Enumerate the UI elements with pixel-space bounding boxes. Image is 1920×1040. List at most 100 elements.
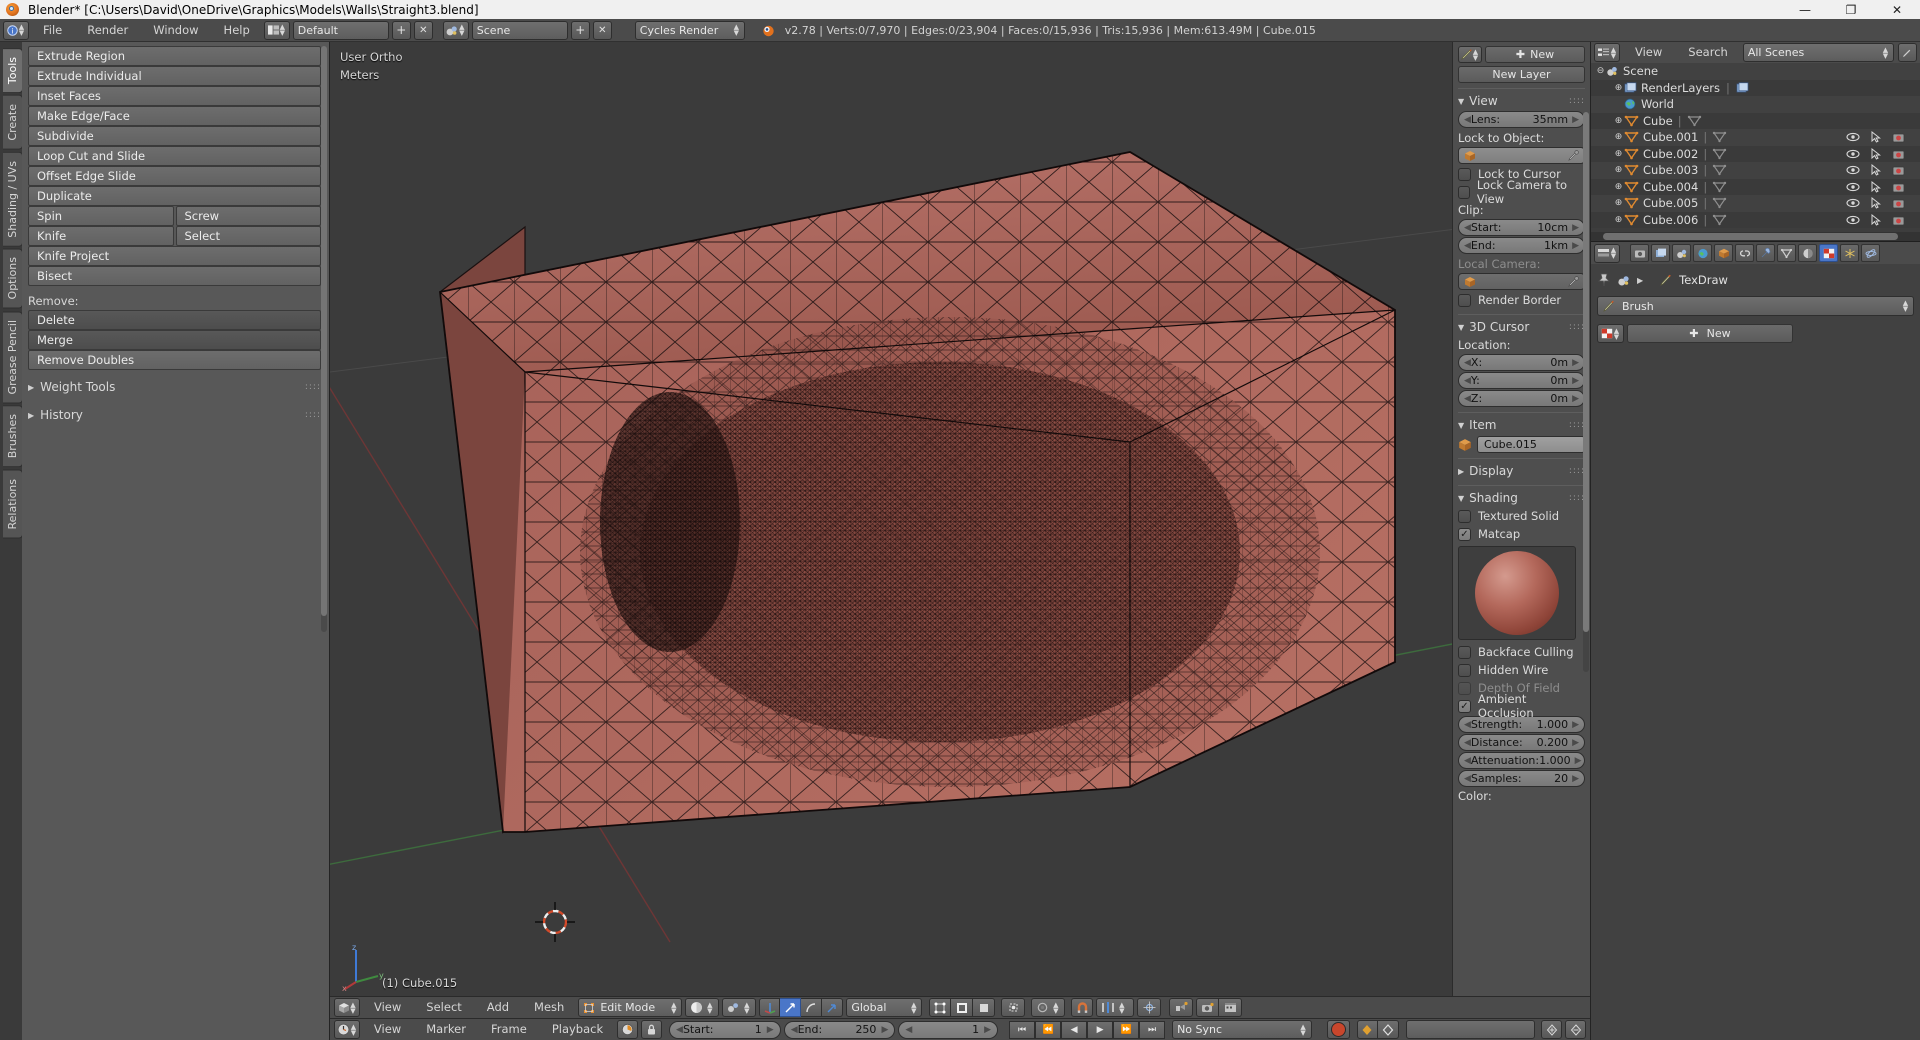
- expander-icon[interactable]: ⊕: [1613, 182, 1624, 192]
- tool-select[interactable]: Select: [175, 226, 321, 246]
- info-editor-type-icon[interactable]: i ▲ ▼: [3, 20, 29, 40]
- minimize-button[interactable]: —: [1782, 0, 1828, 19]
- scene-selector[interactable]: Scene: [471, 20, 568, 40]
- eye-icon[interactable]: [1846, 215, 1860, 225]
- mesh-data-icon[interactable]: [1687, 115, 1702, 127]
- cursor-arrow-icon[interactable]: [1871, 197, 1881, 209]
- panel-3d-cursor-header[interactable]: ▼ 3D Cursor ::::: [1458, 318, 1585, 336]
- add-screen-layout-button[interactable]: +: [391, 20, 411, 40]
- lens-field[interactable]: ◀ Lens: 35mm ▶: [1458, 111, 1585, 128]
- tab-grease-pencil[interactable]: Grease Pencil: [3, 310, 23, 404]
- camera-icon[interactable]: [1892, 197, 1906, 209]
- backface-culling-checkbox[interactable]: [1458, 645, 1471, 659]
- translate-manipulator-icon[interactable]: [780, 998, 802, 1017]
- timeline-menu-playback[interactable]: Playback: [541, 1018, 614, 1040]
- menu-file[interactable]: File: [32, 19, 73, 42]
- new-texture-button[interactable]: ✚ New: [1627, 324, 1793, 343]
- scene-icon[interactable]: [1617, 274, 1631, 287]
- new-grease-pencil-button[interactable]: ✚ New: [1485, 46, 1585, 63]
- keying-set-alt-icon[interactable]: [1377, 1020, 1399, 1039]
- edge-select-icon[interactable]: [951, 998, 974, 1017]
- chevron-left-icon[interactable]: ◀: [1464, 376, 1471, 386]
- properties-tab-particles[interactable]: [1840, 244, 1859, 262]
- eye-icon[interactable]: [1846, 149, 1860, 159]
- tool-merge[interactable]: Merge: [28, 330, 321, 350]
- pivot-point-selector[interactable]: ▲ ▼: [722, 998, 757, 1017]
- tool-screw[interactable]: Screw: [175, 206, 321, 226]
- view-properties-scrollbar[interactable]: [1583, 112, 1589, 672]
- eye-icon[interactable]: [1846, 165, 1860, 175]
- viewport-menu-mesh[interactable]: Mesh: [523, 996, 575, 1019]
- matcap-row[interactable]: ✓ Matcap: [1458, 525, 1585, 543]
- chevron-right-icon[interactable]: ▶: [1575, 756, 1582, 766]
- viewport-shading-selector[interactable]: ▲ ▼: [685, 998, 720, 1017]
- close-button[interactable]: ✕: [1874, 0, 1920, 19]
- expander-icon[interactable]: ⊕: [1613, 215, 1624, 225]
- render-image-icon[interactable]: [1196, 998, 1220, 1017]
- auto-keyframe-icon[interactable]: [617, 1020, 639, 1039]
- outliner-tree[interactable]: ⊖ Scene ⊕ RenderLayers | World ⊕ Cube | …: [1591, 63, 1920, 232]
- panel-shading-header[interactable]: ▼ Shading ::::: [1458, 489, 1585, 507]
- tool-subdivide[interactable]: Subdivide: [28, 126, 321, 146]
- backface-culling-row[interactable]: Backface Culling: [1458, 643, 1585, 661]
- cursor-arrow-icon[interactable]: [1871, 180, 1881, 193]
- tool-bisect[interactable]: Bisect: [28, 266, 321, 286]
- render-border-checkbox[interactable]: [1458, 293, 1471, 307]
- lock-to-cursor-checkbox[interactable]: [1458, 167, 1471, 181]
- tab-brushes[interactable]: Brushes: [3, 405, 23, 468]
- expander-icon[interactable]: ⊕: [1613, 149, 1624, 159]
- camera-icon[interactable]: [1892, 214, 1906, 226]
- outliner-menu-search[interactable]: Search: [1677, 41, 1739, 64]
- menu-window[interactable]: Window: [142, 19, 209, 42]
- new-layer-button[interactable]: New Layer: [1458, 66, 1585, 83]
- ao-attenuation-field[interactable]: ◀ Attenuation: 1.000 ▶: [1458, 752, 1585, 769]
- cursor-arrow-icon[interactable]: [1871, 147, 1881, 160]
- outliner-filter-icon[interactable]: [1898, 43, 1917, 62]
- cursor-z-field[interactable]: ◀ Z: 0m ▶: [1458, 390, 1585, 407]
- ambient-occlusion-row[interactable]: ✓ Ambient Occlusion: [1458, 692, 1585, 720]
- render-border-row[interactable]: Render Border: [1458, 291, 1585, 309]
- tab-shading-uvs[interactable]: Shading / UVs: [3, 151, 23, 247]
- chevron-left-icon[interactable]: ◀: [1464, 115, 1471, 125]
- lock-camera-to-view-checkbox[interactable]: [1458, 185, 1470, 199]
- chevron-right-icon[interactable]: ▶: [881, 1025, 888, 1035]
- transform-orientation-selector[interactable]: Global ▲ ▼: [846, 998, 923, 1017]
- play-icon[interactable]: ▶: [1087, 1020, 1114, 1039]
- lock-time-icon[interactable]: [641, 1020, 663, 1039]
- chevron-left-icon[interactable]: ◀: [1464, 358, 1471, 368]
- maximize-button[interactable]: ❐: [1828, 0, 1874, 19]
- camera-icon[interactable]: [1892, 148, 1906, 160]
- snap-target-icon[interactable]: [1137, 998, 1162, 1017]
- chevron-right-icon[interactable]: ▶: [1572, 223, 1579, 233]
- menu-help[interactable]: Help: [213, 19, 261, 42]
- frame-start-field[interactable]: ◀ Start: 1 ▶: [669, 1020, 781, 1039]
- chevron-left-icon[interactable]: ◀: [1464, 223, 1471, 233]
- timeline-menu-view[interactable]: View: [363, 1018, 412, 1040]
- tool-offset-edge-slide[interactable]: Offset Edge Slide: [28, 166, 321, 186]
- properties-tab-data[interactable]: [1777, 244, 1796, 262]
- chevron-left-icon[interactable]: ◀: [791, 1025, 798, 1035]
- ambient-occlusion-checkbox[interactable]: ✓: [1458, 699, 1471, 713]
- chevron-left-icon[interactable]: ◀: [1464, 774, 1471, 784]
- opengl-render-icon[interactable]: [1169, 998, 1194, 1017]
- timeline-menu-frame[interactable]: Frame: [480, 1018, 538, 1040]
- camera-icon[interactable]: [1892, 181, 1906, 193]
- outliner-row-cube-001[interactable]: ⊕ Cube.001 |: [1591, 129, 1920, 146]
- outliner-row-scene[interactable]: ⊖ Scene: [1591, 63, 1920, 80]
- expander-icon[interactable]: ⊕: [1613, 165, 1624, 175]
- interaction-mode-selector[interactable]: Edit Mode ▲ ▼: [578, 998, 683, 1017]
- menu-render[interactable]: Render: [76, 19, 139, 42]
- properties-tab-scene[interactable]: [1672, 244, 1691, 262]
- ao-distance-field[interactable]: ◀ Distance: 0.200 ▶: [1458, 734, 1585, 751]
- scale-manipulator-icon[interactable]: [822, 998, 844, 1017]
- chevron-left-icon[interactable]: ◀: [1464, 738, 1471, 748]
- properties-tab-constraints[interactable]: [1735, 244, 1754, 262]
- viewport-menu-view[interactable]: View: [363, 996, 412, 1019]
- properties-tab-physics[interactable]: [1861, 244, 1880, 262]
- chevron-right-icon[interactable]: ▶: [1572, 720, 1579, 730]
- scene-browse-icon[interactable]: ▲ ▼: [442, 20, 469, 40]
- properties-tab-material[interactable]: [1798, 244, 1817, 262]
- expander-icon[interactable]: ⊕: [1613, 83, 1624, 93]
- next-keyframe-icon[interactable]: ⏩: [1113, 1020, 1140, 1039]
- mesh-data-icon[interactable]: [1712, 148, 1727, 160]
